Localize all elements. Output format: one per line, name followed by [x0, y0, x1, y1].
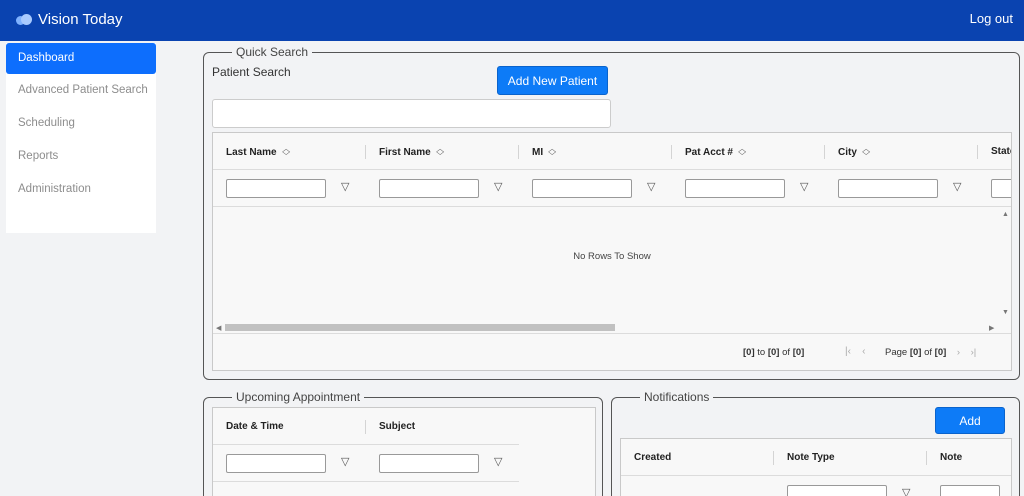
patient-grid: Last Name ◇ First Name ◇ MI ◇ Pat Acct # ◇ C…: [212, 132, 1012, 371]
filter-input-note-type[interactable]: [787, 485, 887, 496]
column-header-note[interactable]: Note: [927, 439, 1011, 476]
row-count: [0] to [0] of [0]: [743, 347, 804, 358]
row-to: [0]: [767, 347, 780, 358]
column-label: Date & Time: [226, 421, 284, 432]
sidebar-item-advanced-patient-search[interactable]: Advanced Patient Search: [6, 74, 156, 107]
page-total: [0]: [934, 347, 947, 358]
sidebar-item-dashboard[interactable]: Dashboard: [6, 43, 156, 74]
brand[interactable]: Vision Today: [16, 11, 123, 28]
pager-page-of-word: of: [924, 347, 933, 358]
filter-input-pat-acct[interactable]: [685, 179, 785, 198]
column-label: Created: [634, 452, 672, 463]
filter-icon[interactable]: ▽: [341, 180, 349, 193]
sort-icon: ◇: [861, 147, 870, 156]
next-page-icon[interactable]: ›: [957, 347, 960, 358]
horizontal-scroll-thumb[interactable]: [225, 324, 615, 331]
sidebar-item-scheduling[interactable]: Scheduling: [6, 107, 156, 140]
app-name: Vision Today: [38, 11, 123, 28]
previous-page-icon[interactable]: ‹: [862, 346, 865, 357]
column-label: First Name: [379, 147, 431, 158]
column-header-state[interactable]: State: [978, 133, 1011, 170]
notifications-legend: Notifications: [644, 390, 710, 404]
column-header-first-name[interactable]: First Name ◇: [366, 133, 519, 170]
column-label: Last Name: [226, 147, 277, 158]
sidebar-item-reports[interactable]: Reports: [6, 140, 156, 173]
filter-icon[interactable]: ▽: [953, 180, 961, 193]
page-current: [0]: [909, 347, 922, 358]
column-header-pat-acct[interactable]: Pat Acct # ◇: [672, 133, 825, 170]
patient-search-label: Patient Search: [212, 65, 291, 79]
pager-to-word: to: [757, 347, 766, 358]
logout-link[interactable]: Log out: [970, 11, 1013, 26]
column-label: Note: [940, 452, 963, 463]
filter-input-city[interactable]: [838, 179, 938, 198]
filter-icon[interactable]: ▽: [494, 455, 502, 468]
column-header-note-type[interactable]: Note Type: [774, 439, 927, 476]
patient-grid-header: Last Name ◇ First Name ◇ MI ◇ Pat Acct # ◇ C…: [213, 133, 1011, 170]
column-header-city[interactable]: City ◇: [825, 133, 978, 170]
vertical-scrollbar[interactable]: ▲ ▼: [999, 207, 1011, 321]
scroll-right-icon[interactable]: ▶: [989, 324, 994, 332]
grid-pager: [0] to [0] of [0] |‹ ‹ Page [0] of [0] ›…: [213, 334, 1011, 370]
page-info: Page [0] of [0] › ›|: [885, 347, 976, 358]
column-header-last-name[interactable]: Last Name ◇: [213, 133, 366, 170]
sort-icon: ◇: [548, 147, 557, 156]
pager-of-word: of: [782, 347, 791, 358]
filter-icon[interactable]: ▽: [494, 180, 502, 193]
pager-back-nav: |‹ ‹: [845, 346, 865, 357]
filter-icon[interactable]: ▽: [647, 180, 655, 193]
filter-icon[interactable]: ▽: [800, 180, 808, 193]
column-label: Pat Acct #: [685, 147, 733, 158]
scroll-up-icon[interactable]: ▲: [1002, 211, 1009, 218]
filter-input-first-name[interactable]: [379, 179, 479, 198]
filter-input-note[interactable]: [940, 485, 1000, 496]
scroll-down-icon[interactable]: ▼: [1002, 309, 1009, 316]
sort-icon: ◇: [281, 147, 290, 156]
column-label: Subject: [379, 421, 416, 432]
pager-page-word: Page: [885, 347, 908, 358]
appointment-grid: Date & Time Subject ▽ ▽: [212, 407, 596, 496]
scroll-left-icon[interactable]: ◀: [216, 324, 221, 332]
column-header-mi[interactable]: MI ◇: [519, 133, 672, 170]
add-new-patient-button[interactable]: Add New Patient: [497, 66, 608, 95]
column-header-subject[interactable]: Subject: [366, 408, 519, 445]
sidebar-item-administration[interactable]: Administration: [6, 173, 156, 206]
last-page-icon[interactable]: ›|: [971, 347, 977, 358]
filter-input-state[interactable]: [991, 179, 1011, 198]
add-notification-button[interactable]: Add: [935, 407, 1005, 434]
top-bar: Vision Today Log out: [0, 0, 1024, 41]
filter-input-last-name[interactable]: [226, 179, 326, 198]
horizontal-scrollbar[interactable]: ◀ ▶: [213, 321, 1011, 334]
upcoming-appointment-legend: Upcoming Appointment: [236, 390, 361, 404]
filter-icon[interactable]: ▽: [341, 455, 349, 468]
quick-search-legend: Quick Search: [236, 45, 309, 59]
filter-input-date-time[interactable]: [226, 454, 326, 473]
patient-grid-filter-row: ▽ ▽ ▽ ▽ ▽: [213, 170, 1011, 207]
sort-icon: ◇: [738, 147, 747, 156]
sort-icon: ◇: [435, 147, 444, 156]
column-label: State: [991, 146, 1011, 157]
filter-icon[interactable]: ▽: [902, 486, 910, 496]
row-total: [0]: [792, 347, 805, 358]
first-page-icon[interactable]: |‹: [845, 346, 851, 357]
sidebar: Dashboard Advanced Patient Search Schedu…: [6, 43, 156, 233]
row-from: [0]: [743, 347, 755, 358]
empty-rows-message: No Rows To Show: [573, 251, 651, 262]
filter-input-mi[interactable]: [532, 179, 632, 198]
column-label: MI: [532, 147, 544, 158]
column-header-date-time[interactable]: Date & Time: [213, 408, 366, 445]
column-header-created[interactable]: Created: [621, 439, 774, 476]
app-logo-icon: [16, 13, 32, 27]
column-label: Note Type: [787, 452, 835, 463]
patient-search-input[interactable]: [212, 99, 611, 128]
column-label: City: [838, 147, 857, 158]
notifications-grid: Created Note Type Note ▽: [620, 438, 1012, 496]
filter-input-subject[interactable]: [379, 454, 479, 473]
